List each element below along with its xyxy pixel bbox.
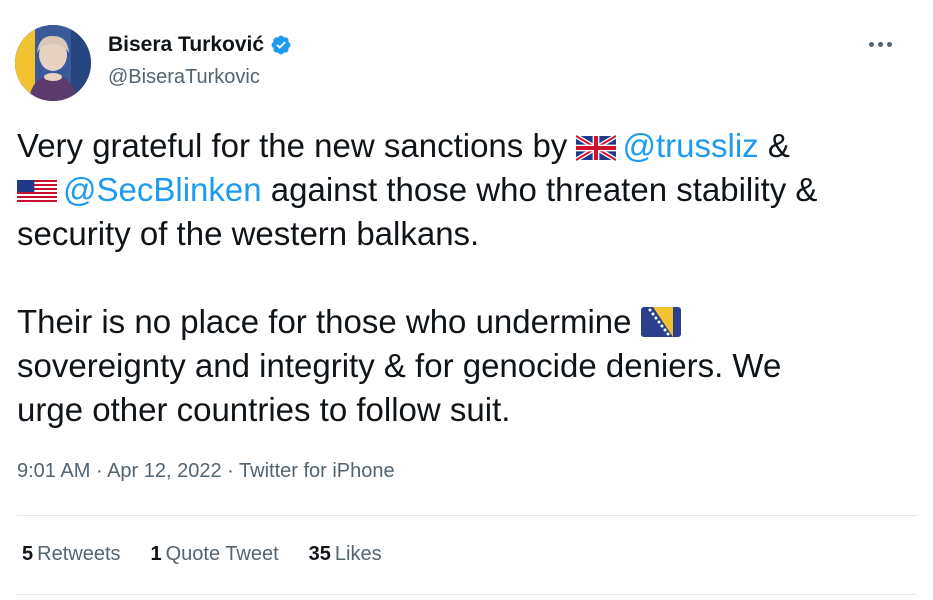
flag-ba-icon [640, 307, 681, 337]
retweets-stat[interactable]: 5 Retweets [22, 543, 121, 566]
avatar[interactable] [15, 25, 91, 101]
divider [17, 515, 917, 516]
mention-secblinken[interactable]: @SecBlinken [63, 171, 262, 208]
likes-count: 35 [308, 543, 331, 565]
quote-tweets-stat[interactable]: 1 Quote Tweet [151, 543, 279, 566]
author-name-row: Bisera Turković [108, 33, 292, 57]
likes-label: Likes [334, 543, 382, 565]
tweet-text-segment: security of the western balkans. [17, 215, 480, 252]
tweet-time[interactable]: 9:01 AM [17, 460, 90, 482]
verified-badge-icon [270, 34, 292, 56]
retweets-label: Retweets [37, 543, 121, 565]
tweet-text-segment: Their is no place for those who undermin… [17, 303, 632, 340]
tweet-text-segment: & [758, 127, 790, 164]
mention-trussliz[interactable]: @trussliz [622, 127, 758, 164]
author-handle[interactable]: @BiseraTurkovic [108, 66, 260, 89]
tweet-date[interactable]: Apr 12, 2022 [107, 460, 222, 482]
tweet-text-segment: urge other countries to follow suit. [17, 391, 511, 428]
flag-uk-icon [576, 135, 617, 161]
meta-separator: · [90, 460, 108, 482]
retweets-count: 5 [22, 543, 34, 565]
divider [17, 594, 917, 595]
tweet-text-segment: sovereignty and integrity & for genocide… [17, 347, 782, 384]
tweet-text: Very grateful for the new sanctions by @… [17, 124, 917, 432]
tweet-timestamp: 9:01 AM · Apr 12, 2022 · Twitter for iPh… [17, 460, 395, 483]
more-dots-icon[interactable] [862, 32, 898, 56]
flag-us-icon [17, 179, 57, 205]
tweet-text-segment: Very grateful for the new sanctions by [17, 127, 568, 164]
likes-stat[interactable]: 35 Likes [309, 543, 382, 566]
tweet-text-segment: against those who threaten stability & [261, 171, 818, 208]
author-display-name[interactable]: Bisera Turković [108, 33, 264, 57]
tweet-card: Bisera Turković @BiseraTurkovic Very gra… [0, 0, 933, 600]
quotes-count: 1 [150, 543, 162, 565]
meta-separator: · [221, 460, 240, 482]
tweet-source[interactable]: Twitter for iPhone [239, 460, 395, 482]
engagement-stats: 5 Retweets 1 Quote Tweet 35 Likes [22, 543, 382, 566]
quotes-label: Quote Tweet [165, 543, 279, 565]
